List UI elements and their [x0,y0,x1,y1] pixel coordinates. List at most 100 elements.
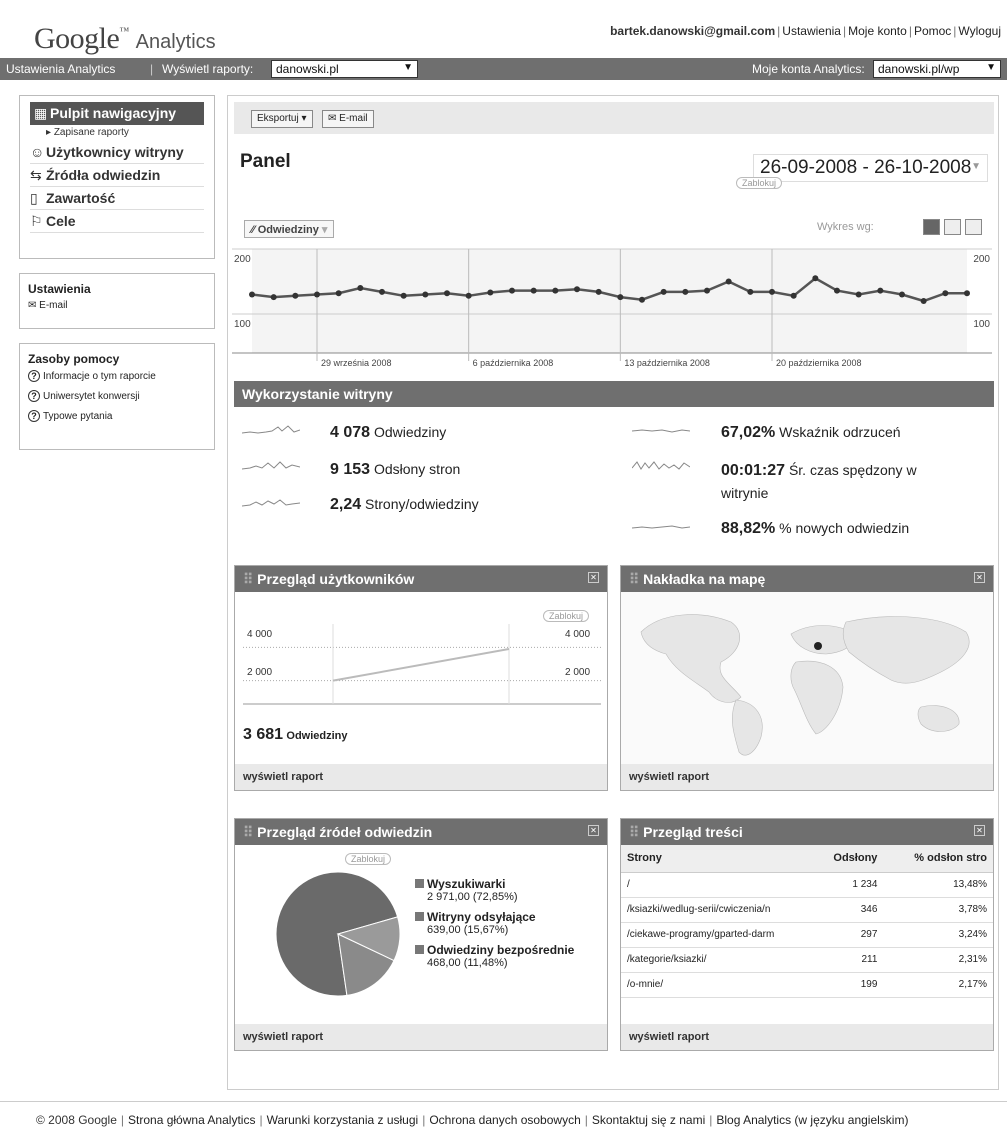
analytics-settings-link[interactable]: Ustawienia Analytics [6,62,115,76]
footer-link-blog[interactable]: Blog Analytics (w języku angielskim) [716,1113,908,1127]
data-point [682,288,689,295]
column-header-pages[interactable]: Strony [621,845,811,873]
report-toolbar: Eksportuj ▾ ✉ E-mail [234,102,994,134]
drag-handle-icon: ⠿ [243,824,258,840]
sidebar-item-visitors[interactable]: ☺ Użytkownicy witryny [30,141,204,164]
export-label: Eksportuj [257,113,299,124]
page-link[interactable]: /o-mnie/ [621,972,811,998]
sidebar-item-traffic-sources[interactable]: ⇆ Źródła odwiedzin [30,164,204,187]
visits-marker-poland[interactable] [814,642,822,650]
settings-link[interactable]: Ustawienia [782,24,841,38]
close-icon[interactable]: ✕ [974,572,985,583]
stat-value: 00:01:27 [721,462,786,479]
lock-button[interactable]: Zablokuj [345,853,392,865]
table-row: /ciekawe-programy/gparted-darm 297 3,24% [621,922,993,948]
page-link[interactable]: /ksiazki/wedlug-serii/cwiczenia/n [621,897,811,923]
question-icon: ? [28,370,40,382]
email-settings-link[interactable]: ✉ E-mail [28,300,206,311]
metric-select[interactable]: ⁄⁄ Odwiedziny ▾ [244,220,335,238]
close-icon[interactable]: ✕ [974,825,985,836]
data-point [400,292,407,299]
widget-header[interactable]: ⠿ Nakładka na mapę ✕ [621,566,993,592]
chevron-down-icon: ▼ [986,62,996,73]
data-point [942,290,949,297]
y-tick-label: 2 000 [247,667,273,678]
top-navigation-bar: Ustawienia Analytics | Wyświetl raporty:… [0,58,1007,80]
widget-title: Przegląd treści [643,824,743,840]
data-point [769,288,775,295]
footer-link-privacy[interactable]: Ochrona danych osobowych [429,1113,580,1127]
view-report-link[interactable]: wyświetl raport [621,1024,993,1050]
graph-by-day-button[interactable] [923,219,940,235]
close-icon[interactable]: ✕ [588,572,599,583]
bounce-rate-sparkline [632,429,690,433]
page-link[interactable]: / [621,872,811,898]
date-range-value: 26-09-2008 - 26-10-2008 [760,157,972,178]
y-tick-label: 4 000 [247,629,273,640]
widget-header[interactable]: ⠿ Przegląd użytkowników ✕ [235,566,607,592]
sidebar-item-label: Zawartość [46,190,116,206]
view-report-link[interactable]: wyświetl raport [621,764,993,790]
graph-by-week-button[interactable] [944,219,961,235]
sidebar-item-saved-reports[interactable]: ▸ Zapisane raporty [30,125,204,141]
sidebar-item-content[interactable]: ▯ Zawartość [30,187,204,210]
page-link[interactable]: /kategorie/ksiazki/ [621,947,811,973]
data-point [617,294,624,301]
stat-visits[interactable]: 4 078 Odwiedziny [330,424,446,442]
stat-bounce-rate[interactable]: 67,02% Wskaźnik odrzuceń [721,424,901,442]
lock-button[interactable]: Zablokuj [543,610,590,622]
time-on-site-sparkline [632,461,690,470]
stat-new-visits[interactable]: 88,82% % nowych odwiedzin [721,520,909,538]
site-usage-header: Wykorzystanie witryny [234,381,994,407]
lock-date-button[interactable]: Zablokuj [736,177,783,189]
close-icon[interactable]: ✕ [588,825,599,836]
stat-value: 88,82% [721,520,776,537]
logout-link[interactable]: Wyloguj [958,24,1001,38]
help-link-about-report[interactable]: ? Informacje o tym raporcie [28,370,206,382]
stat-pageviews[interactable]: 9 153 Odsłony stron [330,461,460,479]
data-point [357,285,364,291]
column-header-pageviews[interactable]: Odsłony [811,845,884,873]
help-link-conversion-university[interactable]: ? Uniwersytet konwersji [28,390,206,402]
email-button[interactable]: ✉ E-mail [322,110,374,128]
export-button[interactable]: Eksportuj ▾ [251,110,313,128]
footer-link-terms[interactable]: Warunki korzystania z usługi [267,1113,419,1127]
date-range-picker[interactable]: 26-09-2008 - 26-10-2008 ▼ [753,154,988,182]
page-link[interactable]: /ciekawe-programy/gparted-darm [621,922,811,948]
legend-item: Odwiedziny bezpośrednie 468,00 (11,48%) [415,943,574,969]
widget-header[interactable]: ⠿ Przegląd źródeł odwiedzin ✕ [235,819,607,845]
settings-title: Ustawienia [28,282,91,296]
world-map[interactable] [621,592,993,764]
stat-avg-time[interactable]: 00:01:27 Śr. czas spędzony w witrynie [721,459,991,504]
my-account-link[interactable]: Moje konto [848,24,907,38]
google-analytics-logo[interactable]: Google™ Analytics [34,22,216,56]
sidebar-item-goals[interactable]: ⚐ Cele [30,210,204,233]
help-link-label: Uniwersytet konwersji [43,391,140,402]
y-tick-label: 2 000 [565,667,591,678]
data-point [812,275,819,282]
data-point [899,291,905,298]
table-row: /1 234 13,48% [621,872,993,898]
visitors-overview-widget: ⠿ Przegląd użytkowników ✕ Zablokuj 4 000 … [234,565,608,791]
widget-header[interactable]: ⠿ Przegląd treści ✕ [621,819,993,845]
help-link[interactable]: Pomoc [914,24,951,38]
sidebar-item-dashboard[interactable]: ▦ Pulpit nawigacyjny [30,102,204,125]
sidebar-item-label: Zapisane raporty [53,127,129,138]
footer-link-contact[interactable]: Skontaktuj się z nami [592,1113,705,1127]
x-tick-label: 20 października 2008 [776,358,862,368]
view-report-link[interactable]: wyświetl raport [235,1024,607,1050]
percent-cell: 2,31% [883,947,993,973]
graph-by-month-button[interactable] [965,219,982,235]
report-site-select[interactable]: danowski.pl ▼ [271,60,418,78]
help-link-faq[interactable]: ? Typowe pytania [28,410,206,422]
flag-icon: ⚐ [30,213,43,229]
series-line-visits [332,648,510,682]
view-report-link[interactable]: wyświetl raport [235,764,607,790]
chevron-down-icon: ▾ [321,224,328,236]
account-select[interactable]: danowski.pl/wp ▼ [873,60,1001,78]
stat-pages-per-visit[interactable]: 2,24 Strony/odwiedziny [330,496,479,514]
footer-link-home[interactable]: Strona główna Analytics [128,1113,255,1127]
visits-sparkline [242,425,300,434]
column-header-percent[interactable]: % odsłon stro [883,845,993,873]
percent-cell: 3,78% [883,897,993,923]
